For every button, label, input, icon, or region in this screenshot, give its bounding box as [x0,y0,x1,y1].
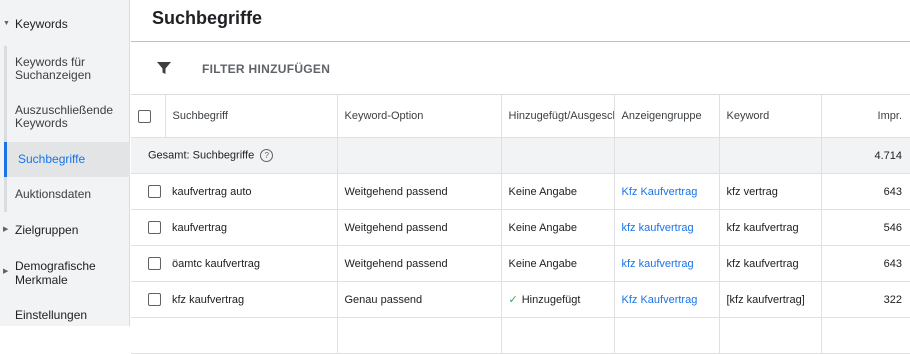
empty-cell [337,137,502,174]
cell-keyword-option: Weitgehend passend [337,209,502,246]
cell-keyword: kfz kaufvertrag [719,245,822,282]
sidebar-item-keywords-fuer-suchanzeigen[interactable]: Keywords für Suchanzeigen [4,46,130,92]
empty-cell [614,317,720,354]
row-select-cell [131,209,165,246]
main-content: Suchbegriffe FILTER HINZUFÜGEN Suchbegri… [131,0,910,354]
total-impr: 4.714 [821,137,910,174]
column-header-anzeigengruppe[interactable]: Anzeigengruppe [614,94,720,138]
cell-search-term: kfz kaufvertrag [165,281,338,318]
empty-cell [165,317,338,354]
row-select-cell [131,173,165,210]
sidebar-item-auktionsdaten[interactable]: Auktionsdaten [4,177,130,212]
cell-search-term: öamtc kaufvertrag [165,245,338,282]
table-row: kaufvertrag auto Weitgehend passend Kein… [131,173,910,210]
row-checkbox[interactable] [148,293,161,306]
table-header-row: Suchbegriff Keyword-Option Hinzugefügt/A… [131,94,910,138]
empty-cell [131,317,165,354]
sidebar-item-label: Auszuschließende Keywords [15,103,114,130]
cell-adgroup-link[interactable]: kfz kaufvertrag [614,209,720,246]
filter-icon[interactable] [156,60,172,76]
cell-keyword-option: Weitgehend passend [337,173,502,210]
filter-bar: FILTER HINZUFÜGEN [131,42,910,94]
sidebar-item-label: Suchbegriffe [18,152,86,166]
empty-cell [719,137,822,174]
row-select-cell [131,245,165,282]
cell-status: Keine Angabe [501,245,615,282]
sidebar-item-label: Auktionsdaten [15,187,92,201]
sidebar-item-label: Keywords für Suchanzeigen [15,55,92,82]
table-row: öamtc kaufvertrag Weitgehend passend Kei… [131,245,910,282]
empty-cell [337,317,502,354]
cell-status: Keine Angabe [501,173,615,210]
cell-keyword-option: Genau passend [337,281,502,318]
select-all-checkbox[interactable] [138,109,151,123]
sidebar: ▼ Keywords Keywords für Suchanzeigen Aus… [0,0,130,326]
caret-down-icon: ▼ [3,20,10,27]
column-header-hinzugefuegt[interactable]: Hinzugefügt/Ausgeschlossen [501,94,615,138]
page-title: Suchbegriffe [152,8,263,28]
add-filter-button[interactable]: FILTER HINZUFÜGEN [202,62,330,76]
caret-right-icon: ▶ [3,226,9,233]
column-header-keyword-option[interactable]: Keyword-Option [337,94,502,138]
cell-adgroup-link[interactable]: kfz kaufvertrag [614,245,720,282]
empty-cell [614,137,720,174]
nav-section-keywords[interactable]: ▼ Keywords [0,17,130,31]
caret-right-icon: ▶ [3,268,9,275]
cell-impr: 322 [821,281,910,318]
total-row: Gesamt: Suchbegriffe? 4.714 [131,137,910,174]
total-label: Gesamt: Suchbegriffe [148,149,255,162]
row-checkbox[interactable] [148,257,161,270]
cell-adgroup-link[interactable]: Kfz Kaufvertrag [614,173,720,210]
cell-impr: 546 [821,209,910,246]
status-label: Hinzugefügt [521,294,581,306]
nav-section-zielgruppen[interactable]: ▶ Zielgruppen [0,223,130,237]
empty-cell [821,317,910,354]
sidebar-item-suchbegriffe[interactable]: Suchbegriffe [4,142,130,177]
table-row: kfz kaufvertrag Genau passend ✓ Hinzugefü… [131,281,910,318]
total-label-cell: Gesamt: Suchbegriffe? [131,137,338,174]
row-checkbox[interactable] [148,221,161,234]
cell-status: ✓ Hinzugefügt [501,281,615,318]
cell-status: Keine Angabe [501,209,615,246]
checkmark-icon: ✓ [508,294,518,306]
column-header-keyword[interactable]: Keyword [719,94,822,138]
cell-search-term: kaufvertrag auto [165,173,338,210]
sidebar-item-auszuschliessende-keywords[interactable]: Auszuschließende Keywords [4,92,130,142]
row-select-cell [131,281,165,318]
cell-adgroup-link[interactable]: Kfz Kaufvertrag [614,281,720,318]
nav-section-einstellungen[interactable]: Einstellungen [0,308,130,322]
search-terms-table: Suchbegriff Keyword-Option Hinzugefügt/A… [131,94,910,354]
table-row: kaufvertrag Weitgehend passend Keine Ang… [131,209,910,246]
cell-search-term: kaufvertrag [165,209,338,246]
empty-cell [501,137,615,174]
empty-cell [719,317,822,354]
table-row [131,317,910,354]
cell-impr: 643 [821,173,910,210]
column-header-suchbegriff[interactable]: Suchbegriff [165,94,338,138]
cell-impr: 643 [821,245,910,282]
column-header-impr[interactable]: Impr. [821,94,910,138]
cell-keyword: kfz vertrag [719,173,822,210]
select-all-cell [131,94,166,138]
empty-cell [501,317,615,354]
nav-section-demografische-merkmale[interactable]: ▶ Demografische Merkmale [0,259,130,287]
help-icon[interactable]: ? [260,149,274,162]
row-checkbox[interactable] [148,185,161,198]
cell-keyword-option: Weitgehend passend [337,245,502,282]
cell-keyword: kfz kaufvertrag [719,209,822,246]
cell-keyword: [kfz kaufvertrag] [719,281,822,318]
